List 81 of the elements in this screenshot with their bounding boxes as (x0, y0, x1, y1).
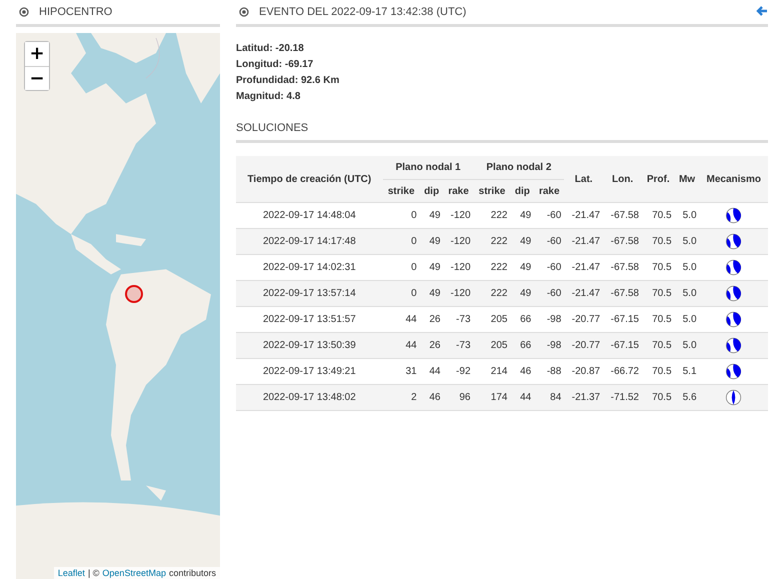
table-cell: -67.58 (603, 228, 642, 254)
column-header: strike (382, 180, 420, 202)
column-header: Mecanismo (700, 156, 768, 202)
detail-text: Profundidad: 92.6 Km (236, 75, 340, 86)
table-cell: 2022-09-17 14:17:48 (236, 228, 383, 254)
beachball-icon (725, 311, 742, 328)
table-cell: -20.77 (564, 332, 604, 358)
column-header: Prof. (642, 156, 675, 202)
detail-text: Latitud: -20.18 (236, 43, 305, 54)
table-cell: 5.6 (674, 384, 700, 410)
column-header: Lon. (603, 156, 642, 202)
table-cell: 46 (420, 384, 444, 410)
table-cell: 5.0 (674, 332, 700, 358)
table-cell: -120 (443, 280, 474, 306)
column-header: Lat. (564, 156, 604, 202)
attribution-text: | © (88, 568, 100, 578)
target-icon (239, 7, 249, 17)
section-title: SOLUCIONES (236, 122, 308, 134)
table-cell: 0 (382, 280, 420, 306)
leaflet-link[interactable]: Leaflet (58, 568, 85, 578)
table-cell: 70.5 (642, 384, 675, 410)
target-icon (19, 7, 29, 17)
beachball-icon (725, 207, 742, 224)
detail-text: Longitud: -69.17 (236, 59, 314, 70)
table-cell: 44 (510, 384, 534, 410)
column-header: Plano nodal 2 (474, 156, 564, 180)
table-cell: -60 (534, 280, 564, 306)
beachball-icon (725, 233, 742, 250)
table-cell: 49 (510, 280, 534, 306)
table-cell: 174 (474, 384, 510, 410)
table-cell: 66 (510, 332, 534, 358)
event-title: EVENTO DEL 2022-09-17 13:42:38 (UTC) (259, 6, 468, 18)
zoom-out-button[interactable]: − (25, 66, 49, 90)
table-cell: 70.5 (642, 228, 675, 254)
table-cell: 70.5 (642, 280, 675, 306)
table-cell: -67.15 (603, 332, 642, 358)
table-cell: 2022-09-17 13:48:02 (236, 384, 383, 410)
column-header: Mw (674, 156, 700, 202)
table-cell: 49 (510, 228, 534, 254)
table-cell: 205 (474, 332, 510, 358)
table-cell: -21.47 (564, 280, 604, 306)
table-cell: 44 (382, 332, 420, 358)
column-header: dip (420, 180, 444, 202)
table-cell: 2022-09-17 13:57:14 (236, 280, 383, 306)
table-cell: -21.37 (564, 384, 604, 410)
table-cell: -67.58 (603, 280, 642, 306)
table-cell: -21.47 (564, 228, 604, 254)
table-cell: -120 (443, 228, 474, 254)
table-cell: -71.52 (603, 384, 642, 410)
panel-title: HIPOCENTRO (39, 6, 112, 18)
beachball-icon (725, 363, 742, 380)
table-cell: 84 (534, 384, 564, 410)
beachball-icon (725, 259, 742, 276)
table-cell: 5.0 (674, 228, 700, 254)
column-header: dip (510, 180, 534, 202)
column-header: strike (474, 180, 510, 202)
column-header: rake (534, 180, 564, 202)
beachball-icon (725, 337, 742, 354)
location-marker (125, 285, 143, 303)
table-cell: -60 (534, 228, 564, 254)
beachball-icon (725, 389, 742, 406)
column-header: Plano nodal 1 (382, 156, 474, 180)
table-cell: 70.5 (642, 332, 675, 358)
detail-text: Magnitud: 4.8 (236, 91, 302, 102)
table-cell: 222 (474, 280, 510, 306)
table-cell: 2022-09-17 13:50:39 (236, 332, 383, 358)
table-cell: -98 (534, 332, 564, 358)
column-header: Tiempo de creación (UTC) (236, 156, 383, 202)
column-header: rake (443, 180, 474, 202)
table-cell: 0 (382, 228, 420, 254)
openstreetmap-link[interactable]: OpenStreetMap (102, 568, 166, 578)
table-cell: 26 (420, 332, 444, 358)
table-cell: 49 (420, 228, 444, 254)
table-cell: 5.0 (674, 280, 700, 306)
table-cell: 222 (474, 228, 510, 254)
table-cell: 96 (443, 384, 474, 410)
table-cell: 49 (420, 280, 444, 306)
table-cell: -73 (443, 332, 474, 358)
beachball-icon (725, 285, 742, 302)
table-cell: 2 (382, 384, 420, 410)
attribution-text: contributors (168, 568, 216, 578)
